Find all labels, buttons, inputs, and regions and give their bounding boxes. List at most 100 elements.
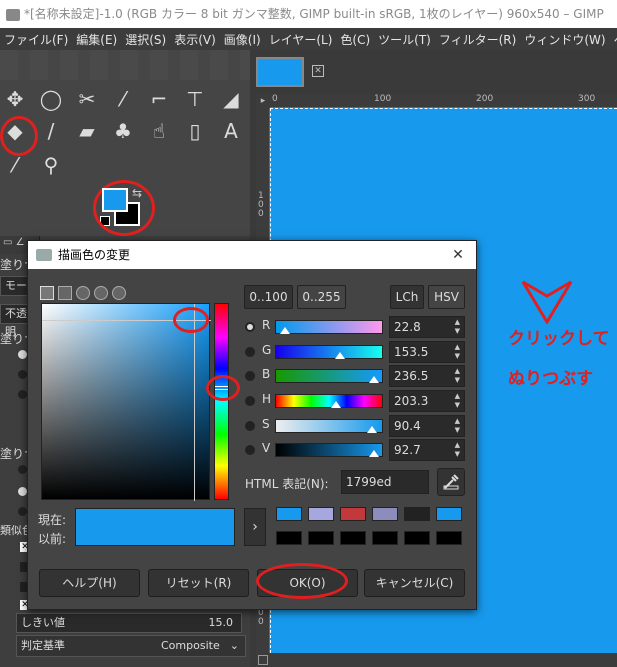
channel-slider-b[interactable] [275, 369, 383, 383]
warp-tool-icon[interactable]: ◢ [218, 86, 244, 112]
history-swatch[interactable] [372, 531, 398, 545]
hue-strip[interactable] [214, 303, 229, 500]
history-swatch[interactable] [404, 507, 430, 521]
slider-handle[interactable] [366, 426, 377, 433]
menu-item[interactable]: 選択(S) [125, 31, 166, 48]
eraser-icon[interactable]: ▰ [74, 118, 100, 144]
navigate-icon[interactable] [258, 655, 268, 665]
menu-item[interactable]: ウィンドウ(W) [524, 31, 605, 48]
history-swatch[interactable] [308, 507, 334, 521]
channel-slider-s[interactable] [275, 419, 383, 433]
spinner-icon[interactable]: ▲ ▼ [455, 417, 460, 435]
channel-radio-h[interactable] [245, 396, 255, 406]
fill-pattern-radio[interactable] [18, 390, 27, 399]
channel-slider-r[interactable] [275, 320, 383, 334]
history-swatch[interactable] [340, 507, 366, 521]
channel-slider-v[interactable] [275, 443, 383, 457]
wheel-selector-icon[interactable] [76, 286, 90, 300]
channel-slider-h[interactable] [275, 394, 383, 408]
slider-handle[interactable] [334, 352, 345, 359]
menu-item[interactable]: ファイル(F) [4, 31, 68, 48]
html-notation-input[interactable]: 1799ed [341, 470, 429, 494]
clone-tool-icon[interactable]: ♣ [110, 118, 136, 144]
close-icon[interactable]: ✕ [450, 247, 466, 263]
menu-item[interactable]: 表示(V) [174, 31, 216, 48]
criterion-select[interactable]: 判定基準 Composite ⌄ [16, 635, 246, 657]
smudge-tool-icon[interactable]: ☝ [146, 118, 172, 144]
spinner-icon[interactable]: ▲ ▼ [455, 343, 460, 361]
cancel-button[interactable]: キャンセル(C) [364, 569, 465, 597]
menu-item[interactable]: ヘルプ(H) [614, 31, 617, 48]
threshold-slider[interactable]: しきい値 15.0 [16, 613, 242, 633]
menu-item[interactable]: フィルター(R) [439, 31, 516, 48]
slider-handle[interactable] [280, 327, 291, 334]
channel-value-s[interactable]: 90.4 ▲ ▼ [389, 415, 465, 437]
crop-tool-icon[interactable]: ⌐ [146, 86, 172, 112]
channel-radio-s[interactable] [245, 421, 255, 431]
channel-value-v[interactable]: 92.7 ▲ ▼ [389, 439, 465, 461]
watercolor-selector-icon[interactable] [112, 286, 126, 300]
zoom-tool-icon[interactable]: ⚲ [38, 152, 64, 178]
ellipse-select-icon[interactable]: ◯ [38, 86, 64, 112]
slider-handle[interactable] [369, 450, 380, 457]
channel-value-g[interactable]: 153.5 ▲ ▼ [389, 341, 465, 363]
ruler-corner-icon[interactable]: ▸ [256, 94, 270, 108]
foreground-color-swatch[interactable] [102, 188, 128, 212]
history-swatch[interactable] [404, 531, 430, 545]
history-swatch[interactable] [436, 507, 462, 521]
range-0-100-button[interactable]: 0..100 [244, 285, 293, 309]
gimp-selector-icon[interactable] [40, 286, 54, 300]
close-tab-icon[interactable]: ✕ [312, 65, 324, 77]
reset-button[interactable]: リセット(R) [148, 569, 249, 597]
menu-item[interactable]: 色(C) [340, 31, 370, 48]
range-0-255-button[interactable]: 0..255 [297, 285, 346, 309]
fill-bg-radio[interactable] [18, 370, 27, 379]
fuzzy-select-icon[interactable]: ⁄ [110, 86, 136, 112]
fill-fg-radio[interactable] [18, 350, 27, 359]
airbrush-tool-icon[interactable]: ▯ [182, 118, 208, 144]
spinner-icon[interactable]: ▲ ▼ [455, 392, 460, 410]
channel-radio-b[interactable] [245, 371, 255, 381]
channel-value-h[interactable]: 203.3 ▲ ▼ [389, 390, 465, 412]
eyedropper-button[interactable] [437, 468, 465, 496]
lch-button[interactable]: LCh [390, 285, 424, 309]
channel-radio-g[interactable] [245, 347, 255, 357]
spinner-icon[interactable]: ▲ ▼ [455, 441, 460, 459]
fill-selection-radio[interactable] [18, 465, 27, 474]
history-swatch[interactable] [308, 531, 334, 545]
help-button[interactable]: ヘルプ(H) [39, 569, 140, 597]
history-swatch[interactable] [340, 531, 366, 545]
mode-select[interactable]: モー [0, 276, 28, 296]
slider-handle[interactable] [369, 376, 380, 383]
menu-item[interactable]: ツール(T) [378, 31, 431, 48]
menu-item[interactable]: 編集(E) [76, 31, 117, 48]
transform-tool-icon[interactable]: ⊤ [182, 86, 208, 112]
spinner-icon[interactable]: ▲ ▼ [455, 367, 460, 385]
menu-item[interactable]: 画像(I) [224, 31, 261, 48]
cmyk-selector-icon[interactable] [58, 286, 72, 300]
hsv-button[interactable]: HSV [428, 285, 465, 309]
slider-handle[interactable] [330, 401, 341, 408]
scissors-select-icon[interactable]: ✂ [74, 86, 100, 112]
history-swatch[interactable] [436, 531, 462, 545]
channel-slider-g[interactable] [275, 345, 383, 359]
triangle-selector-icon[interactable] [94, 286, 108, 300]
move-tool-icon[interactable]: ✥ [2, 86, 28, 112]
channel-value-b[interactable]: 236.5 ▲ ▼ [389, 365, 465, 387]
channel-radio-v[interactable] [245, 445, 255, 455]
paintbrush-icon[interactable]: / [38, 118, 64, 144]
history-swatch[interactable] [276, 531, 302, 545]
channel-radio-r[interactable] [245, 322, 255, 332]
saturation-value-square[interactable] [41, 303, 211, 501]
history-swatch[interactable] [372, 507, 398, 521]
image-tab-thumbnail[interactable] [256, 57, 304, 87]
channel-value-r[interactable]: 22.8 ▲ ▼ [389, 316, 465, 338]
menu-item[interactable]: レイヤー(L) [269, 31, 333, 48]
add-to-history-button[interactable]: › [244, 508, 266, 546]
text-tool-icon[interactable]: A [218, 118, 244, 144]
fill-similar-radio[interactable] [18, 487, 27, 496]
history-swatch[interactable] [276, 507, 302, 521]
opacity-field[interactable]: 不透明 [0, 304, 28, 338]
fill-line-art-radio[interactable] [18, 507, 27, 516]
spinner-icon[interactable]: ▲ ▼ [455, 318, 460, 336]
